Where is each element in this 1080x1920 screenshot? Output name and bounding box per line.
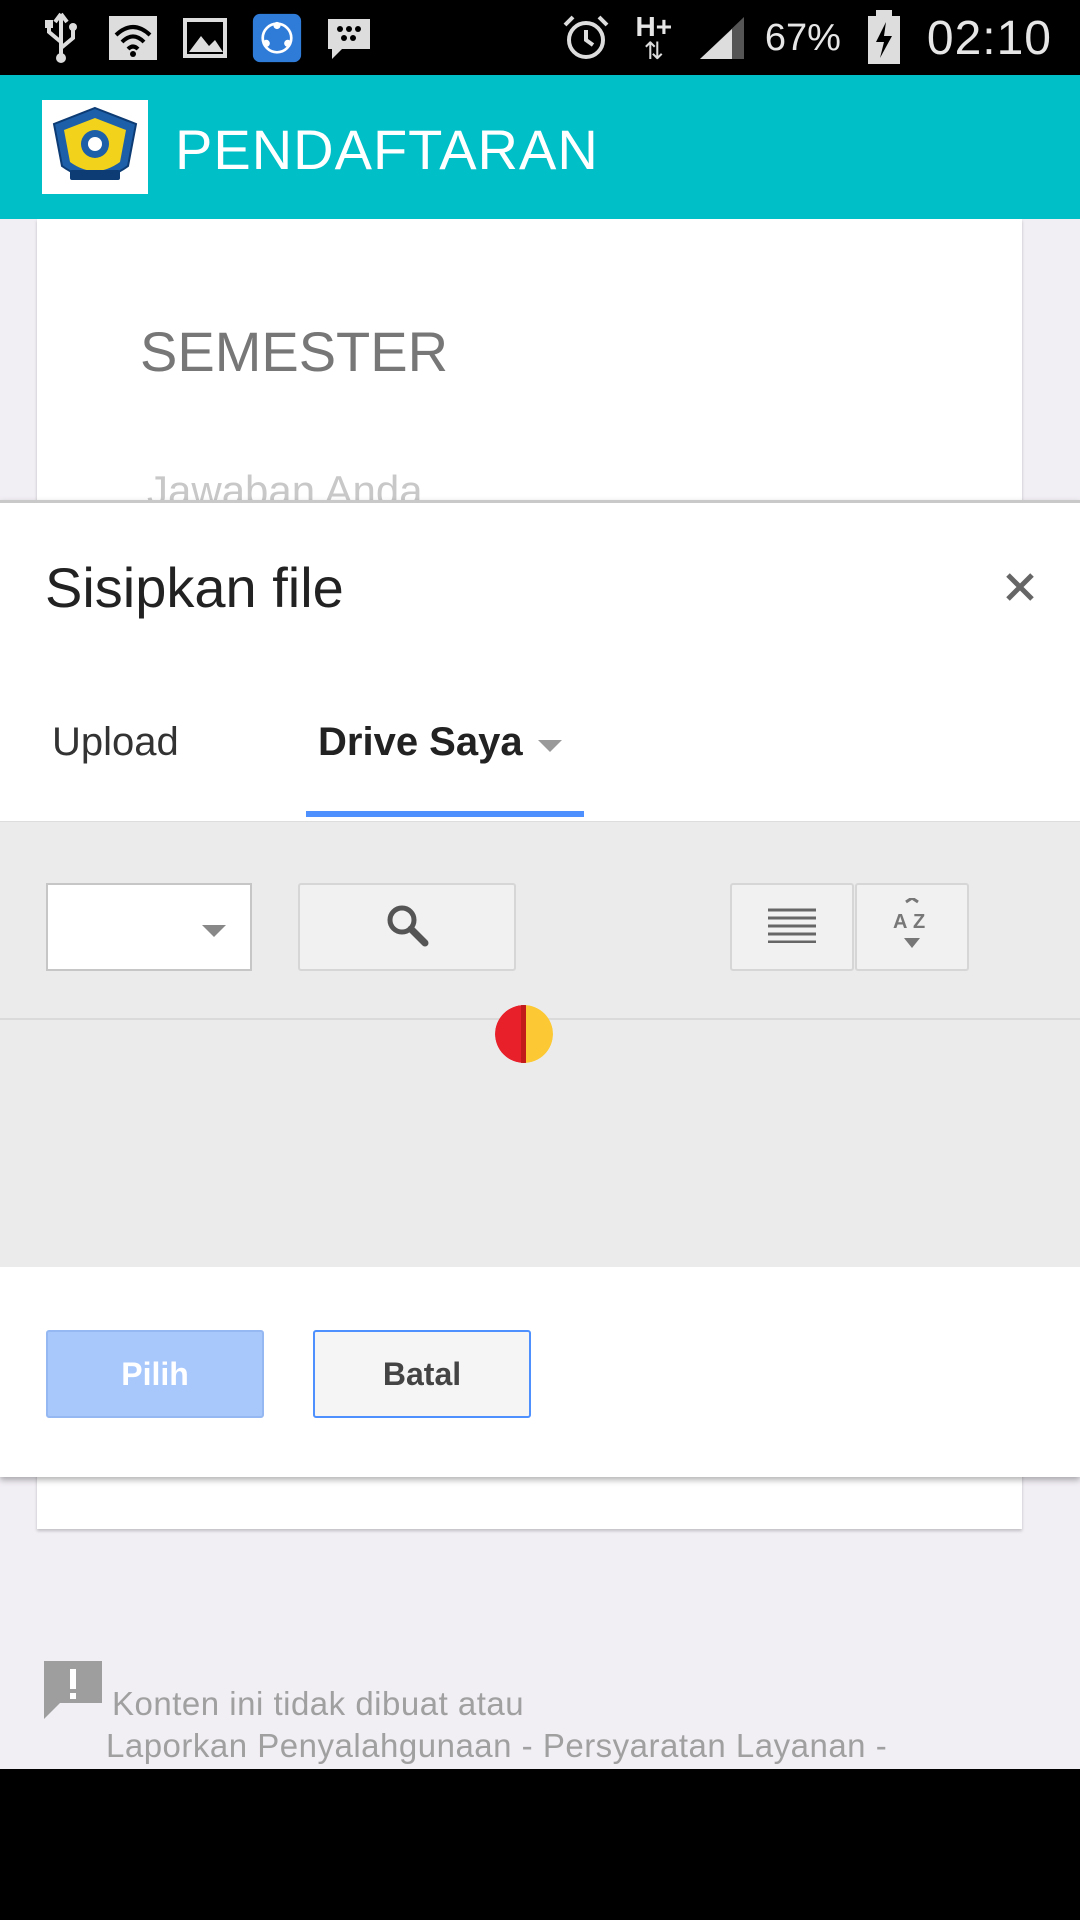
battery-percent: 67% — [764, 16, 841, 59]
report-icon — [42, 1659, 104, 1721]
insert-file-dialog: Sisipkan file Upload Drive Saya AZ Pilih… — [0, 500, 1080, 1477]
chevron-down-icon[interactable] — [538, 740, 562, 752]
status-bar: H+ ⇅ 67% 02:10 — [0, 0, 1080, 75]
footer-text: Konten ini tidak dibuat atau — [112, 1685, 525, 1722]
network-arrows-icon: H+ ⇅ — [635, 11, 673, 65]
shareit-icon — [252, 13, 302, 63]
image-icon — [180, 13, 230, 63]
cancel-button[interactable]: Batal — [313, 1330, 531, 1418]
alarm-icon — [561, 13, 611, 63]
app-logo[interactable] — [42, 100, 148, 194]
sort-az-icon: AZ — [890, 895, 934, 957]
system-nav-bar — [0, 1769, 1080, 1920]
select-button[interactable]: Pilih — [46, 1330, 264, 1418]
search-icon — [385, 903, 429, 952]
dialog-title: Sisipkan file — [45, 556, 344, 619]
search-button[interactable] — [298, 883, 516, 971]
list-view-icon — [768, 907, 816, 948]
signal-icon — [697, 13, 747, 63]
svg-text:A: A — [893, 911, 907, 933]
svg-text:Z: Z — [913, 911, 925, 933]
clock: 02:10 — [926, 11, 1052, 65]
app-title: PENDAFTARAN — [175, 118, 599, 181]
battery-charging-icon — [859, 10, 909, 64]
question-title: SEMESTER — [140, 320, 449, 383]
usb-icon — [36, 12, 86, 63]
list-view-button[interactable] — [730, 883, 854, 971]
app-bar: PENDAFTARAN — [0, 75, 1080, 219]
view-filter-select[interactable] — [46, 883, 252, 971]
footer-links[interactable]: Laporkan Penyalahgunaan - Persyaratan La… — [106, 1727, 887, 1765]
chevron-down-icon — [202, 925, 226, 937]
dialog-actions: Pilih Batal — [0, 1267, 1080, 1477]
wifi-icon — [108, 13, 158, 63]
close-icon[interactable] — [1000, 567, 1040, 607]
sort-button[interactable]: AZ — [855, 883, 969, 971]
active-tab-indicator — [306, 811, 584, 817]
dialog-tabs: Upload Drive Saya — [0, 658, 1080, 821]
tab-drive-saya[interactable]: Drive Saya — [318, 720, 523, 765]
loading-spinner-icon — [495, 1005, 553, 1063]
tab-upload[interactable]: Upload — [52, 720, 179, 765]
bbm-icon — [324, 13, 374, 63]
drive-browser: AZ — [0, 821, 1080, 1267]
